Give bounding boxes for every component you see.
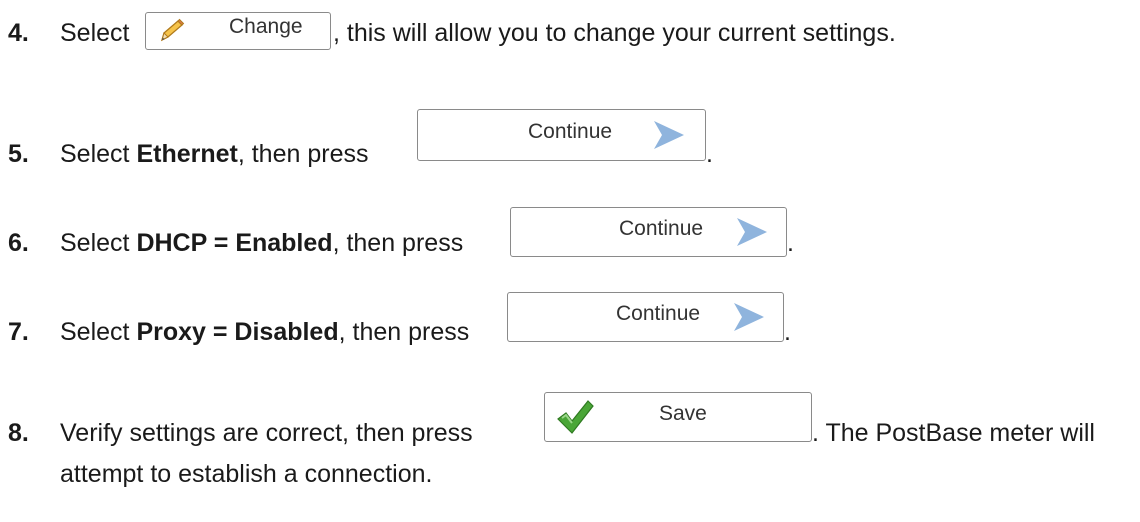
step-6: 6. Select DHCP = Enabled, then press <box>8 228 463 258</box>
step-4: 4. Select <box>8 18 129 48</box>
step-8-text-continued: attempt to establish a connection. <box>60 460 433 488</box>
pencil-icon <box>156 18 186 44</box>
step-number: 7. <box>8 318 29 346</box>
step-5-text-after: . <box>706 140 713 168</box>
step-8: 8. Verify settings are correct, then pres… <box>8 418 473 448</box>
step-number: 5. <box>8 140 29 168</box>
chevron-right-icon <box>650 118 688 152</box>
continue-button[interactable]: Continue <box>507 292 784 342</box>
step-5: 5. Select Ethernet, then press <box>8 139 368 169</box>
continue-button-label: Continue <box>616 302 701 325</box>
step-text: Select <box>60 140 137 168</box>
step-7: 7. Select Proxy = Disabled, then press <box>8 317 469 347</box>
chevron-right-icon <box>730 300 768 334</box>
step-bold-option: Proxy = Disabled <box>136 318 339 346</box>
save-button[interactable]: Save <box>544 392 812 442</box>
step-bold-option: DHCP = Enabled <box>136 229 333 257</box>
change-button[interactable]: Change <box>145 12 331 50</box>
step-text: Select <box>60 229 137 257</box>
save-button-label: Save <box>659 402 707 425</box>
step-7-text-after: . <box>784 318 791 346</box>
step-number: 4. <box>8 19 29 47</box>
step-number: 8. <box>8 419 29 447</box>
step-6-text-after: . <box>787 229 794 257</box>
step-text-mid: , then press <box>237 140 369 168</box>
continue-button[interactable]: Continue <box>510 207 787 257</box>
step-4-text-after: , this will allow you to change your cur… <box>333 19 896 47</box>
step-text-mid: , then press <box>332 229 464 257</box>
step-number: 6. <box>8 229 29 257</box>
continue-button[interactable]: Continue <box>417 109 706 161</box>
change-button-label: Change <box>229 15 303 38</box>
checkmark-icon <box>555 398 595 436</box>
step-text-mid: , then press <box>338 318 470 346</box>
step-8-text-after: . The PostBase meter will <box>812 419 1095 447</box>
step-bold-option: Ethernet <box>136 140 238 168</box>
step-text: Select <box>60 318 137 346</box>
continue-button-label: Continue <box>528 120 613 143</box>
chevron-right-icon <box>733 215 771 249</box>
step-text: Select <box>60 19 130 47</box>
step-text: Verify settings are correct, then press <box>60 419 473 447</box>
continue-button-label: Continue <box>619 217 704 240</box>
